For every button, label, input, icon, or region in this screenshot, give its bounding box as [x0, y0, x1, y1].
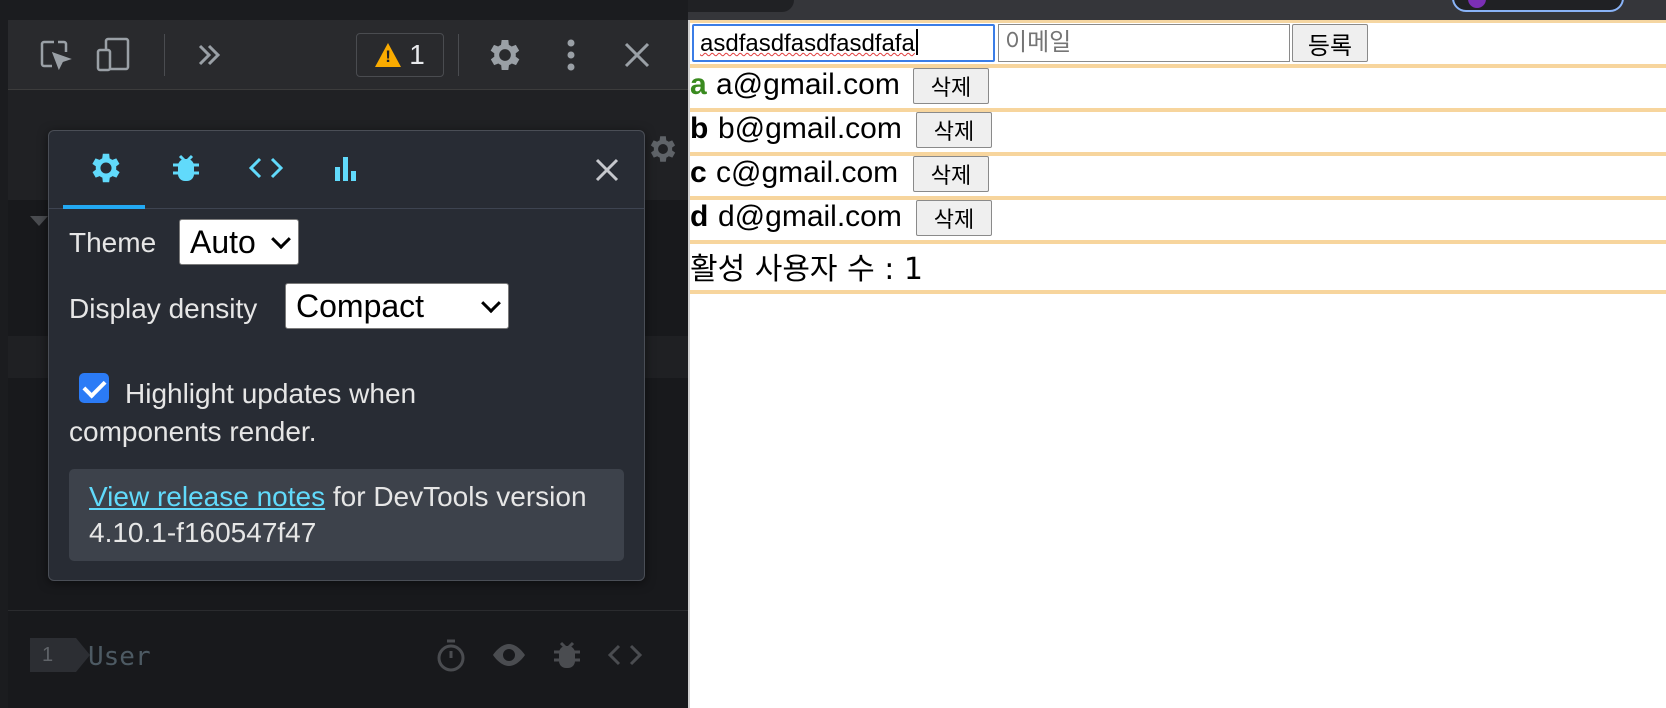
code-icon [248, 156, 284, 185]
close-devtools-icon[interactable] [614, 32, 660, 78]
components-panel: 1 User Theme Auto Display density Compac… [8, 90, 688, 708]
user-email: b@gmail.com [718, 112, 902, 145]
username-input[interactable]: asdfasdfasdfasdfafa [692, 24, 995, 62]
user-name[interactable]: d [690, 200, 708, 234]
gear-icon [87, 149, 125, 192]
email-input[interactable] [998, 24, 1290, 62]
selected-component-name: User [88, 642, 151, 672]
chevron-down-icon [481, 293, 501, 314]
user-name[interactable]: b [690, 112, 708, 146]
user-row: c c@gmail.com 삭제 [690, 152, 1666, 196]
bug-icon [171, 152, 201, 189]
more-options-icon[interactable] [548, 32, 594, 78]
user-row: a a@gmail.com 삭제 [690, 64, 1666, 108]
toolbar-separator [164, 34, 165, 76]
inspect-element-icon[interactable] [32, 32, 78, 78]
display-density-label: Display density [69, 293, 258, 324]
toolbar-separator [458, 34, 459, 76]
code-icon[interactable] [606, 636, 644, 674]
warning-count: 1 [409, 39, 425, 70]
settings-popover: Theme Auto Display density Compact Highl… [48, 130, 645, 581]
create-user-form: asdfasdfasdfasdfafa 등록 [690, 23, 1666, 67]
profile-avatar [1468, 0, 1486, 8]
delete-user-button[interactable]: 삭제 [916, 200, 992, 236]
user-email: d@gmail.com [718, 200, 902, 233]
user-row: d d@gmail.com 삭제 [690, 196, 1666, 240]
delete-user-button[interactable]: 삭제 [913, 156, 989, 192]
theme-label: Theme [69, 227, 157, 258]
close-settings-icon[interactable] [590, 153, 624, 187]
register-button[interactable]: 등록 [1292, 24, 1368, 62]
user-email: c@gmail.com [716, 156, 899, 189]
tree-expand-icon[interactable] [30, 216, 48, 226]
screen: 1 1 User [0, 0, 1666, 708]
components-settings-icon[interactable] [646, 132, 680, 171]
component-rank-badge: 1 [30, 638, 90, 672]
tab-components[interactable] [235, 145, 297, 195]
highlight-updates-label: Highlight updates when components render… [69, 378, 417, 447]
user-row: b b@gmail.com 삭제 [690, 108, 1666, 152]
devtools-settings-icon[interactable] [482, 32, 528, 78]
tab-general[interactable] [63, 145, 145, 209]
display-density-select[interactable]: Compact [285, 283, 509, 329]
tab-debugging[interactable] [155, 145, 217, 195]
username-input-value: asdfasdfasdfasdfafa [700, 30, 915, 57]
devtools-pane: 1 1 User [0, 0, 688, 708]
eye-icon[interactable] [490, 636, 528, 674]
tab-profiler[interactable] [315, 145, 377, 195]
warnings-badge[interactable]: 1 [356, 33, 444, 77]
user-name[interactable]: c [690, 156, 707, 190]
highlight-border-bottom [690, 290, 1666, 294]
app-viewport: asdfasdfasdfasdfafa 등록 a a@gmail.com 삭제 … [688, 20, 1666, 708]
theme-select[interactable]: Auto [179, 219, 299, 265]
more-tabs-icon[interactable] [186, 32, 232, 78]
warning-icon [375, 43, 402, 67]
active-user-count: 활성 사용자 수 : 1 [690, 252, 923, 287]
profiler-icon [332, 153, 360, 188]
profile-button[interactable] [1452, 0, 1624, 12]
delete-user-button[interactable]: 삭제 [916, 112, 992, 148]
stopwatch-icon[interactable] [432, 636, 470, 674]
user-email: a@gmail.com [716, 68, 900, 101]
theme-select-value: Auto [190, 223, 256, 260]
bug-icon[interactable] [548, 636, 586, 674]
settings-tabs [49, 131, 644, 209]
text-caret [915, 29, 918, 55]
delete-user-button[interactable]: 삭제 [913, 68, 989, 104]
display-density-value: Compact [296, 287, 425, 324]
device-toggle-icon[interactable] [90, 32, 136, 78]
chevron-down-icon [271, 229, 291, 250]
user-name[interactable]: a [690, 68, 707, 102]
component-actions [432, 636, 644, 674]
release-notes-box: View release notes for DevTools version … [69, 469, 624, 561]
devtools-toolbar: 1 [8, 20, 688, 90]
release-notes-link[interactable]: View release notes [89, 481, 325, 512]
